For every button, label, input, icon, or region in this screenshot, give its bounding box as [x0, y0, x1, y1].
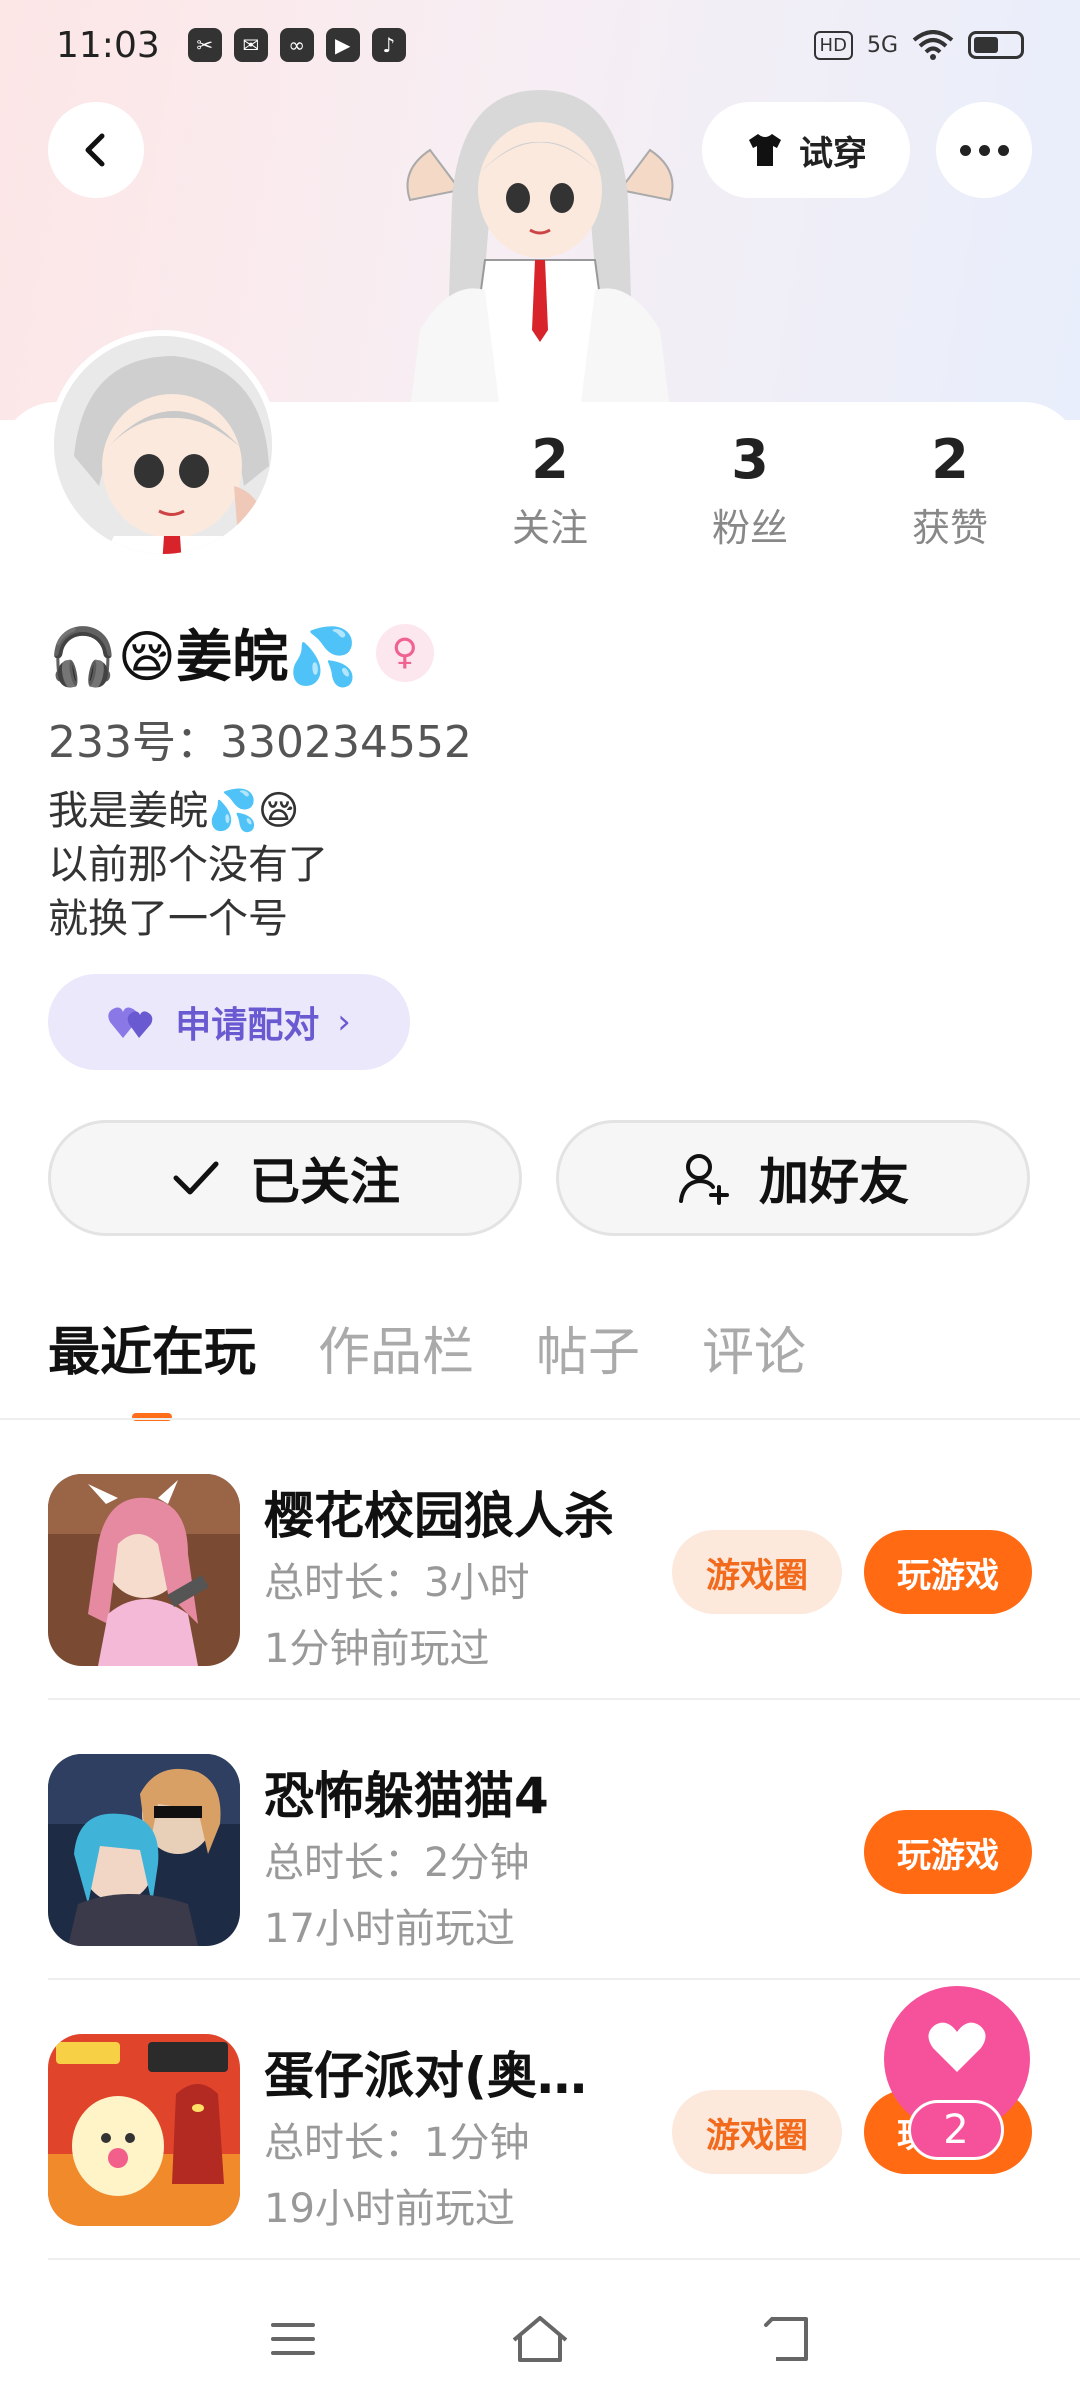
chevron-right-icon: ›	[337, 1002, 351, 1042]
tab-posts[interactable]: 帖子	[536, 1310, 640, 1385]
female-gender-icon: ♀	[375, 623, 434, 682]
game-play-duration: 总时长：3小时	[264, 1560, 530, 1606]
heart-icon	[928, 2022, 986, 2072]
more-dot-icon	[997, 144, 1009, 156]
tab-comments[interactable]: 评论	[702, 1310, 806, 1385]
play-notification-icon: ▶	[325, 28, 360, 62]
user-id[interactable]: 233号：330234552	[48, 706, 472, 770]
likes-count: 2	[931, 428, 969, 491]
following-stat[interactable]: 2 关注	[470, 420, 630, 556]
profile-stats: 2 关注 3 粉丝 2 获赞	[470, 420, 1030, 556]
game-last-played: 17小时前玩过	[264, 1906, 515, 1952]
request-pair-button[interactable]: 申请配对 ›	[48, 974, 410, 1070]
game-title: 蛋仔派对(奥…	[264, 2047, 587, 2105]
following-count: 2	[531, 428, 569, 491]
profile-name: 🎧😪姜皖💦	[48, 625, 358, 690]
game-play-duration: 总时长：1分钟	[264, 2120, 530, 2166]
followers-count: 3	[731, 428, 769, 491]
game-last-played: 1分钟前玩过	[264, 1626, 490, 1672]
followed-button[interactable]: 已关注	[48, 1120, 522, 1236]
bio-line: 就换了一个号	[48, 896, 288, 942]
more-options-button[interactable]	[936, 102, 1032, 198]
tab-recently-played[interactable]: 最近在玩	[48, 1310, 256, 1421]
avatar-figure	[406, 90, 674, 410]
back-button[interactable]	[48, 102, 144, 198]
home-icon[interactable]	[508, 2307, 572, 2371]
double-heart-icon	[108, 1007, 153, 1038]
status-time: 11:03	[56, 24, 160, 66]
signal-5g-icon: 5G	[866, 32, 898, 58]
game-title: 恐怖躲猫猫4	[264, 1767, 549, 1825]
game-title: 樱花校园狼人杀	[264, 1487, 614, 1545]
chevron-left-icon	[85, 133, 105, 167]
list-item[interactable]: 樱花校园狼人杀 总时长：3小时 1分钟前玩过 游戏圈 玩游戏	[48, 1420, 1080, 1700]
profile-name-row: 🎧😪姜皖💦 ♀	[48, 612, 434, 693]
likes-stat[interactable]: 2 获赞	[870, 420, 1030, 556]
game-play-duration: 总时长：2分钟	[264, 1840, 530, 1886]
followers-label: 粉丝	[711, 506, 788, 550]
game-last-played: 19小时前玩过	[264, 2186, 515, 2232]
status-bar: 11:03 ✂ ✉ ∞ ▶ ♪ HD 5G	[0, 0, 1080, 90]
likes-label: 获赞	[911, 506, 988, 550]
add-friend-label: 加好友	[759, 1153, 909, 1211]
shirt-icon	[749, 134, 781, 166]
hd-icon: HD	[813, 30, 853, 60]
add-user-icon	[679, 1154, 729, 1205]
tiktok-notification-icon: ♪	[371, 28, 406, 62]
game-circle-button[interactable]: 游戏圈	[672, 1530, 842, 1614]
tab-works[interactable]: 作品栏	[318, 1310, 474, 1385]
app-notification-icon: ✂	[187, 28, 222, 62]
more-dot-icon	[978, 144, 990, 156]
request-pair-label: 申请配对	[175, 1005, 320, 1046]
bio-line: 我是姜皖💦😪	[48, 788, 300, 834]
try-on-button[interactable]: 试穿	[702, 102, 910, 198]
system-navigation-bar	[0, 2270, 1080, 2408]
avatar[interactable]	[48, 330, 278, 560]
profile-tabs: 最近在玩 作品栏 帖子 评论	[48, 1310, 806, 1421]
followed-label: 已关注	[250, 1153, 400, 1211]
menu-icon[interactable]	[261, 2307, 325, 2371]
game-thumbnail[interactable]	[48, 1754, 240, 1946]
check-icon	[173, 1161, 219, 1195]
followers-stat[interactable]: 3 粉丝	[670, 420, 830, 556]
add-friend-button[interactable]: 加好友	[556, 1120, 1030, 1236]
try-on-label: 试穿	[799, 133, 867, 174]
back-nav-icon[interactable]	[755, 2307, 819, 2371]
bio-line: 以前那个没有了	[48, 842, 328, 888]
battery-icon	[968, 31, 1024, 59]
more-dot-icon	[959, 144, 971, 156]
game-circle-button[interactable]: 游戏圈	[672, 2090, 842, 2174]
play-game-button[interactable]: 玩游戏	[864, 1810, 1032, 1894]
link-notification-icon: ∞	[279, 28, 314, 62]
game-thumbnail[interactable]	[48, 2034, 240, 2226]
wifi-icon	[912, 30, 954, 60]
list-item[interactable]: 恐怖躲猫猫4 总时长：2分钟 17小时前玩过 玩游戏	[48, 1700, 1080, 1980]
game-thumbnail[interactable]	[48, 1474, 240, 1666]
like-count-badge: 2	[908, 2100, 1004, 2160]
profile-bio: 我是姜皖💦😪 以前那个没有了 就换了一个号	[48, 784, 328, 946]
play-game-button[interactable]: 玩游戏	[864, 1530, 1032, 1614]
following-label: 关注	[511, 506, 588, 550]
mail-notification-icon: ✉	[233, 28, 268, 62]
